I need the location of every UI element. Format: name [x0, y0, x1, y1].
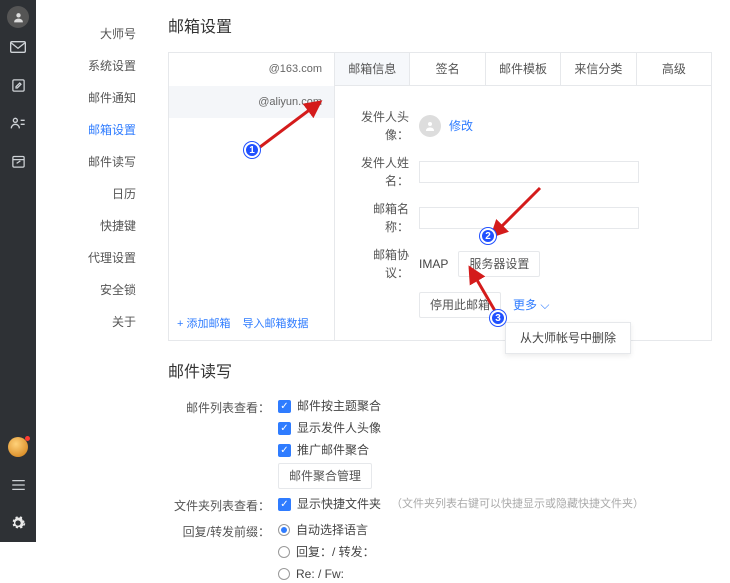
mail-icon[interactable]: [7, 36, 29, 58]
chk-promo[interactable]: ✓推广邮件聚合: [278, 441, 381, 459]
nav-item-8[interactable]: 安全锁: [36, 274, 154, 306]
read-title: 邮件读写: [168, 361, 712, 385]
radio-cn[interactable]: 回复：/ 转发：: [278, 543, 375, 561]
tab-template[interactable]: 邮件模板: [486, 53, 561, 85]
mailbox-title: 邮箱设置: [168, 16, 712, 40]
avatar-label: 发件人头像：: [351, 108, 419, 144]
account-list: @163.com @aliyun.com + 添加邮箱 导入邮箱数据: [169, 53, 335, 340]
radio-en[interactable]: Re: / Fw:: [278, 565, 375, 583]
box-input[interactable]: [419, 207, 639, 229]
chk-subject[interactable]: ✓邮件按主题聚合: [278, 397, 381, 415]
main-area: 邮箱设置 @163.com @aliyun.com + 添加邮箱 导入邮箱数据 …: [154, 0, 730, 542]
nav-item-5[interactable]: 日历: [36, 178, 154, 210]
add-account-link[interactable]: + 添加邮箱: [177, 316, 230, 333]
nav-item-2[interactable]: 邮件通知: [36, 82, 154, 114]
check-icon: ✓: [278, 400, 291, 413]
nav-item-3[interactable]: 邮箱设置: [36, 114, 154, 146]
list-manage-button[interactable]: 邮件聚合管理: [278, 463, 372, 489]
list-label: 邮件列表查看：: [168, 397, 278, 417]
check-icon: ✓: [278, 498, 291, 511]
mailbox-panel: @163.com @aliyun.com + 添加邮箱 导入邮箱数据 邮箱信息 …: [168, 52, 712, 341]
user-icon[interactable]: [7, 6, 29, 28]
nav-item-0[interactable]: 大师号: [36, 18, 154, 50]
tab-adv[interactable]: 高级: [637, 53, 711, 85]
tab-info[interactable]: 邮箱信息: [335, 53, 410, 85]
name-input[interactable]: [419, 161, 639, 183]
detail-tabs: 邮箱信息 签名 邮件模板 来信分类 高级: [335, 53, 711, 86]
coin-icon[interactable]: [7, 436, 29, 458]
chevron-down-icon: ⌵: [540, 298, 549, 312]
nav-item-7[interactable]: 代理设置: [36, 242, 154, 274]
folder-hint: （文件夹列表右键可以快捷显示或隐藏快捷文件夹）: [391, 496, 644, 513]
check-icon: ✓: [278, 444, 291, 457]
chk-quickfolder[interactable]: ✓显示快捷文件夹（文件夹列表右键可以快捷显示或隐藏快捷文件夹）: [278, 495, 644, 513]
compose-icon[interactable]: [7, 74, 29, 96]
calendar-icon[interactable]: [7, 150, 29, 172]
proto-label: 邮箱协议：: [351, 246, 419, 282]
contacts-icon[interactable]: [7, 112, 29, 134]
check-icon: ✓: [278, 422, 291, 435]
read-section: 邮件读写 邮件列表查看： ✓邮件按主题聚合 ✓显示发件人头像 ✓推广邮件聚合 邮…: [168, 361, 712, 583]
gear-icon[interactable]: [7, 512, 29, 534]
proto-value: IMAP: [419, 255, 448, 273]
tab-sign[interactable]: 签名: [410, 53, 485, 85]
reply-label: 回复/转发前缀：: [168, 521, 278, 541]
name-label: 发件人姓名：: [351, 154, 419, 190]
disable-button[interactable]: 停用此邮箱: [419, 292, 501, 318]
account-detail: 邮箱信息 签名 邮件模板 来信分类 高级 发件人头像： 修改 发件人姓名： 邮箱…: [335, 53, 711, 340]
box-label: 邮箱名称：: [351, 200, 419, 236]
nav-item-4[interactable]: 邮件读写: [36, 146, 154, 178]
server-settings-button[interactable]: 服务器设置: [458, 251, 540, 277]
more-dropdown-item[interactable]: 从大师帐号中删除: [505, 322, 631, 354]
avatar-change-link[interactable]: 修改: [449, 117, 473, 135]
chk-avatar[interactable]: ✓显示发件人头像: [278, 419, 381, 437]
account-1[interactable]: @aliyun.com: [169, 86, 334, 119]
nav-item-6[interactable]: 快捷键: [36, 210, 154, 242]
nav-item-1[interactable]: 系统设置: [36, 50, 154, 82]
avatar-icon: [419, 115, 441, 137]
nav-item-9[interactable]: 关于: [36, 306, 154, 338]
more-button[interactable]: 更多 ⌵: [511, 295, 551, 315]
app-rail: [0, 0, 36, 542]
menu-icon[interactable]: [7, 474, 29, 496]
tab-filter[interactable]: 来信分类: [561, 53, 636, 85]
radio-auto[interactable]: 自动选择语言: [278, 521, 375, 539]
settings-nav: 大师号 系统设置 邮件通知 邮箱设置 邮件读写 日历 快捷键 代理设置 安全锁 …: [36, 0, 154, 542]
folder-label: 文件夹列表查看：: [168, 495, 278, 515]
import-account-link[interactable]: 导入邮箱数据: [242, 316, 308, 333]
account-0[interactable]: @163.com: [169, 53, 334, 86]
